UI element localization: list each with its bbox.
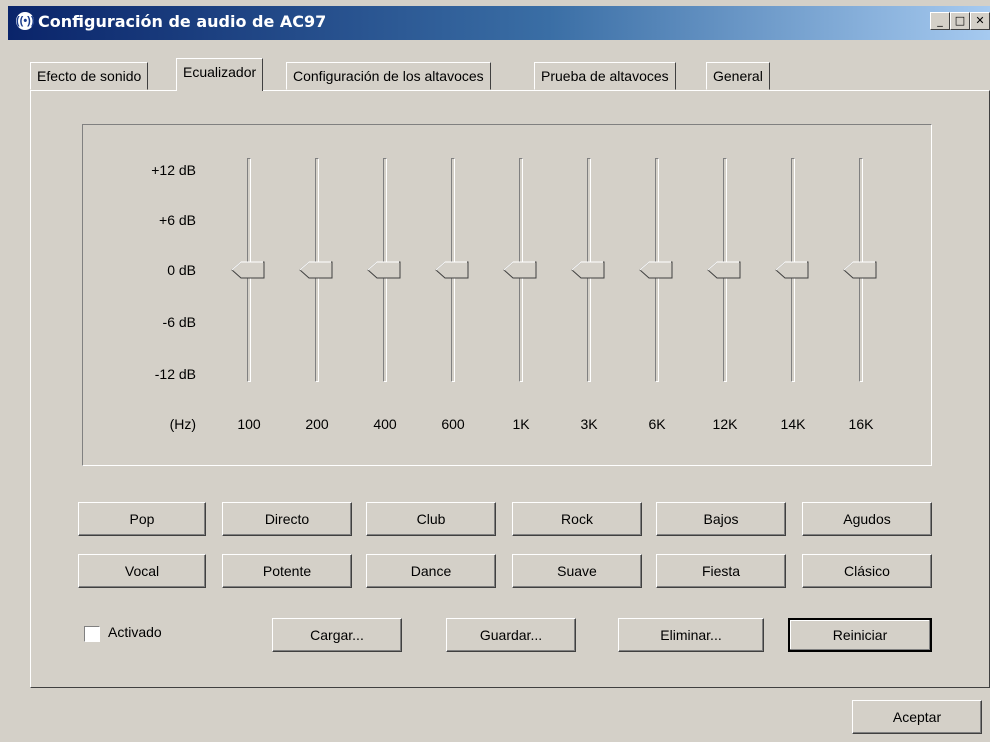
preset-vocal-button[interactable]: Vocal [78, 554, 206, 588]
db-label-minus12: -12 dB [154, 366, 196, 382]
title-bar: ((•)) Configuración de audio de AC97 _ □… [8, 6, 990, 40]
preset-potente-button[interactable]: Potente [222, 554, 352, 588]
aceptar-button[interactable]: Aceptar [852, 700, 982, 734]
eliminar-button[interactable]: Eliminar... [618, 618, 764, 652]
close-button[interactable]: ✕ [970, 12, 990, 30]
tab-ecualizador[interactable]: Ecualizador [176, 58, 264, 91]
tab-configuracion-altavoces[interactable]: Configuración de los altavoces [286, 62, 491, 90]
window-title: Configuración de audio de AC97 [38, 12, 327, 31]
db-label-plus12: +12 dB [151, 162, 196, 178]
preset-club-button[interactable]: Club [366, 502, 496, 536]
preset-suave-button[interactable]: Suave [512, 554, 642, 588]
equalizer-group [82, 124, 932, 466]
minimize-button[interactable]: _ [930, 12, 950, 30]
reiniciar-button[interactable]: Reiniciar [788, 618, 932, 652]
activado-checkbox[interactable] [84, 626, 100, 642]
eq-frequency-label: 100 [237, 416, 261, 432]
activado-label: Activado [108, 624, 162, 640]
eq-frequency-label: 16K [848, 416, 874, 432]
db-label-plus6: +6 dB [159, 212, 196, 228]
eq-slider-thumb[interactable] [571, 261, 605, 279]
eq-slider-thumb[interactable] [299, 261, 333, 279]
eq-slider-thumb[interactable] [775, 261, 809, 279]
eq-frequency-label: 200 [305, 416, 329, 432]
guardar-button[interactable]: Guardar... [446, 618, 576, 652]
preset-bajos-button[interactable]: Bajos [656, 502, 786, 536]
eq-frequency-label: 600 [441, 416, 465, 432]
eq-frequency-label: 12K [712, 416, 738, 432]
eq-slider-thumb[interactable] [435, 261, 469, 279]
eq-slider-thumb[interactable] [231, 261, 265, 279]
eq-slider-thumb[interactable] [639, 261, 673, 279]
preset-fiesta-button[interactable]: Fiesta [656, 554, 786, 588]
tab-efecto-de-sonido[interactable]: Efecto de sonido [30, 62, 149, 90]
eq-frequency-label: 1K [512, 416, 530, 432]
preset-agudos-button[interactable]: Agudos [802, 502, 932, 536]
eq-frequency-label: 400 [373, 416, 397, 432]
preset-pop-button[interactable]: Pop [78, 502, 206, 536]
db-label-0: 0 dB [167, 262, 196, 278]
eq-slider-thumb[interactable] [843, 261, 877, 279]
preset-directo-button[interactable]: Directo [222, 502, 352, 536]
eq-frequency-label: 14K [780, 416, 806, 432]
tab-prueba-altavoces[interactable]: Prueba de altavoces [534, 62, 676, 90]
cargar-button[interactable]: Cargar... [272, 618, 402, 652]
db-label-minus6: -6 dB [162, 314, 196, 330]
eq-frequency-label: 3K [580, 416, 598, 432]
preset-clasico-button[interactable]: Clásico [802, 554, 932, 588]
preset-dance-button[interactable]: Dance [366, 554, 496, 588]
tab-general[interactable]: General [706, 62, 770, 90]
preset-rock-button[interactable]: Rock [512, 502, 642, 536]
eq-slider-thumb[interactable] [367, 261, 401, 279]
eq-slider-thumb[interactable] [707, 261, 741, 279]
eq-frequency-label: 6K [648, 416, 666, 432]
eq-slider-thumb[interactable] [503, 261, 537, 279]
hz-unit-label: (Hz) [169, 416, 196, 432]
maximize-button[interactable]: □ [950, 12, 970, 30]
speaker-waves-icon: ((•)) [16, 12, 35, 30]
